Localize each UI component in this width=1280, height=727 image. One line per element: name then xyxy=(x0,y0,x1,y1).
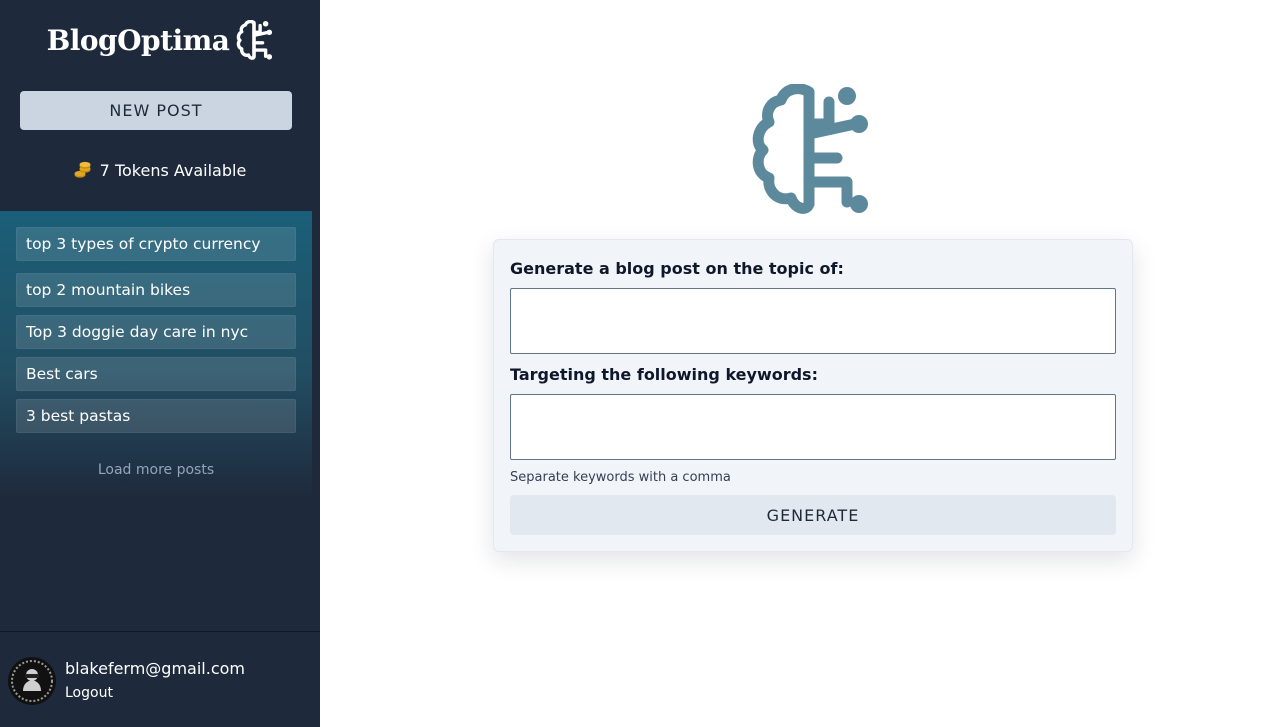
user-bar: blakeferm@gmail.com Logout xyxy=(0,631,320,727)
topic-input[interactable] xyxy=(510,288,1116,354)
topic-label: Generate a blog post on the topic of: xyxy=(510,259,844,278)
post-item[interactable]: Best cars xyxy=(16,357,296,391)
post-item[interactable]: top 3 types of crypto currency xyxy=(16,227,296,261)
post-item[interactable]: Top 3 doggie day care in nyc xyxy=(16,315,296,349)
generate-button[interactable]: GENERATE xyxy=(510,495,1116,535)
keywords-input[interactable] xyxy=(510,394,1116,460)
keywords-label: Targeting the following keywords: xyxy=(510,365,818,384)
load-more-posts-link[interactable]: Load more posts xyxy=(0,462,312,478)
post-item[interactable]: top 2 mountain bikes xyxy=(16,273,296,307)
logout-link[interactable]: Logout xyxy=(65,685,113,701)
keywords-helper-text: Separate keywords with a comma xyxy=(510,470,731,485)
brand-logo[interactable]: BlogOptima xyxy=(0,18,320,62)
brain-circuit-icon xyxy=(752,84,868,214)
tokens-indicator: 7 Tokens Available xyxy=(0,158,320,182)
avatar-image xyxy=(8,657,56,705)
sidebar: BlogOptima NEW POST 7 Tokens Available t… xyxy=(0,0,320,727)
coins-icon xyxy=(74,161,91,178)
user-email: blakeferm@gmail.com xyxy=(65,659,245,678)
new-post-button[interactable]: NEW POST xyxy=(20,91,292,130)
post-item[interactable]: 3 best pastas xyxy=(16,399,296,433)
brand-name: BlogOptima xyxy=(46,23,230,57)
brain-circuit-icon xyxy=(237,20,273,60)
generate-form-card: Generate a blog post on the topic of: Ta… xyxy=(493,239,1133,552)
avatar xyxy=(8,657,56,705)
tokens-text: 7 Tokens Available xyxy=(99,160,247,180)
